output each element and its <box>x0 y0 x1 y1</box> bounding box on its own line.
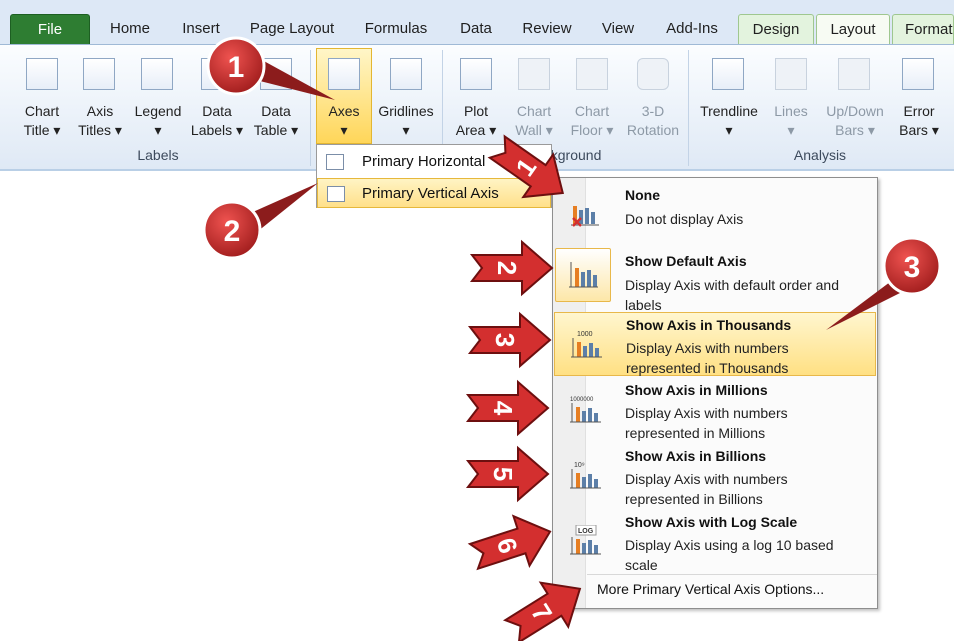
arrow-6: 6 <box>467 514 552 571</box>
arrow-2: 2 <box>469 239 554 297</box>
arrow-1: 1 <box>487 134 565 199</box>
svg-text:3: 3 <box>490 333 520 347</box>
svg-text:3: 3 <box>904 251 921 284</box>
svg-text:2: 2 <box>492 261 522 275</box>
callout-badge-1: 1 <box>206 36 335 100</box>
callout-badge-2: 2 <box>202 183 318 260</box>
callout-overlay: 1 2 3 1 2 3 4 5 6 7 <box>202 36 942 641</box>
callout-badge-3: 3 <box>826 236 942 330</box>
svg-text:2: 2 <box>224 215 241 248</box>
arrow-5: 5 <box>465 445 550 503</box>
arrow-3: 3 <box>467 311 552 369</box>
svg-text:1: 1 <box>228 51 245 84</box>
svg-text:4: 4 <box>488 401 518 416</box>
arrow-4: 4 <box>465 379 550 437</box>
svg-text:5: 5 <box>488 467 518 481</box>
arrow-7: 7 <box>502 581 582 641</box>
